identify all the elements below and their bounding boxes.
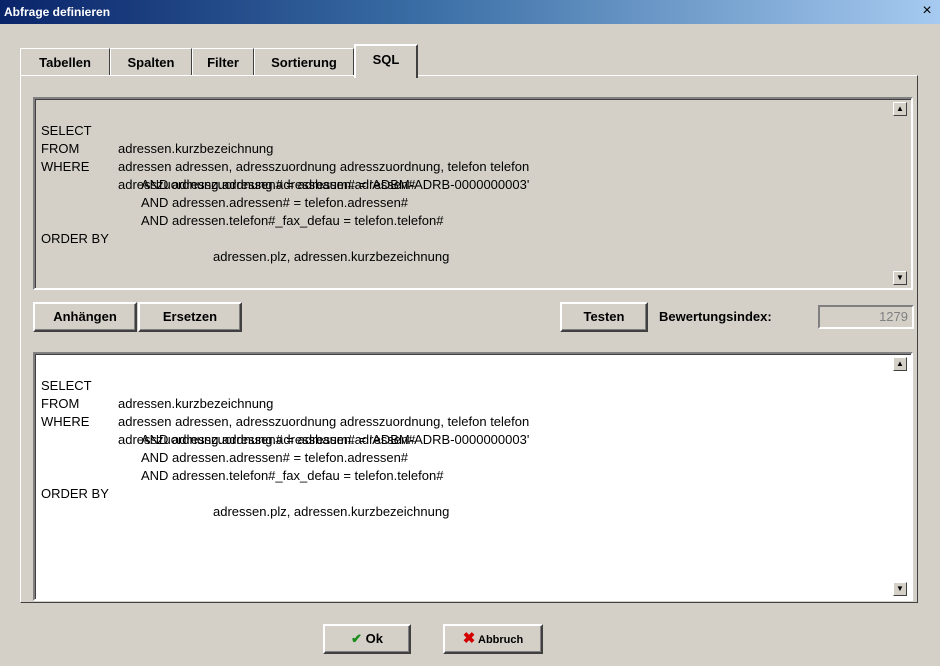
- rating-label: Bewertungsindex:: [659, 309, 772, 324]
- sql-keyword: ORDER BY: [41, 231, 109, 246]
- tab-spalten[interactable]: Spalten: [110, 48, 192, 76]
- sql-line: AND adressen.adressen# = telefon.adresse…: [41, 176, 905, 210]
- ok-label: Ok: [365, 631, 383, 646]
- scroll-down-icon[interactable]: ▼: [893, 582, 907, 596]
- sql-line: AND adressen.telefon#_fax_defau = telefo…: [41, 449, 905, 483]
- scroll-up-icon[interactable]: ▲: [893, 102, 907, 116]
- sql-text: adressen.plz, adressen.kurzbezeichnung: [213, 249, 450, 264]
- sql-line: ORDER BY adressen.plz, adressen.kurzbeze…: [41, 212, 905, 264]
- tab-filter[interactable]: Filter: [192, 48, 254, 76]
- window-title: Abfrage definieren: [4, 5, 111, 19]
- sql-line: AND adresszuordnung.adressbaum# = 'ADBM-…: [41, 158, 905, 192]
- sql-line: FROM adressen adressen, adresszuordnung …: [41, 377, 905, 429]
- tab-sortierung[interactable]: Sortierung: [254, 48, 354, 76]
- sql-editor-textarea[interactable]: SELECT adressen.kurzbezeichnung FROM adr…: [33, 352, 913, 601]
- sql-line: AND adressen.telefon#_fax_defau = telefo…: [41, 194, 905, 228]
- rating-index-field: 1279: [818, 305, 914, 329]
- sql-text: adressen.plz, adressen.kurzbezeichnung: [213, 504, 450, 519]
- sql-line: WHERE adresszuordnung.adressen# = adress…: [41, 140, 905, 192]
- scrollbar[interactable]: ▲ ▼: [893, 102, 907, 285]
- tab-sql[interactable]: SQL: [354, 44, 418, 78]
- append-button[interactable]: Anhängen: [33, 302, 137, 332]
- sql-keyword: ORDER BY: [41, 486, 109, 501]
- sql-line: SELECT adressen.kurzbezeichnung: [41, 104, 905, 156]
- test-button[interactable]: Testen: [560, 302, 648, 332]
- sql-line: FROM adressen adressen, adresszuordnung …: [41, 122, 905, 174]
- close-icon[interactable]: ×: [918, 2, 936, 20]
- sql-line: WHERE adresszuordnung.adressen# = adress…: [41, 395, 905, 447]
- x-icon: ✖: [462, 630, 476, 647]
- sql-line: SELECT adressen.kurzbezeichnung: [41, 359, 905, 411]
- scrollbar[interactable]: ▲ ▼: [893, 357, 907, 596]
- scroll-up-icon[interactable]: ▲: [893, 357, 907, 371]
- replace-button[interactable]: Ersetzen: [138, 302, 242, 332]
- cancel-label: Abbruch: [478, 634, 524, 646]
- tab-tabellen[interactable]: Tabellen: [20, 48, 110, 76]
- checkmark-icon: ✔: [351, 631, 362, 646]
- cancel-button[interactable]: ✖ Abbruch: [443, 624, 543, 654]
- sql-line: AND adressen.adressen# = telefon.adresse…: [41, 431, 905, 465]
- scroll-down-icon[interactable]: ▼: [893, 271, 907, 285]
- sql-current-textbox[interactable]: SELECT adressen.kurzbezeichnung FROM adr…: [33, 97, 913, 290]
- title-bar: Abfrage definieren ×: [0, 0, 940, 24]
- ok-button[interactable]: ✔ Ok: [323, 624, 411, 654]
- sql-line: AND adresszuordnung.adressbaum# = 'ADBM-…: [41, 413, 905, 447]
- sql-line: ORDER BY adressen.plz, adressen.kurzbeze…: [41, 467, 905, 519]
